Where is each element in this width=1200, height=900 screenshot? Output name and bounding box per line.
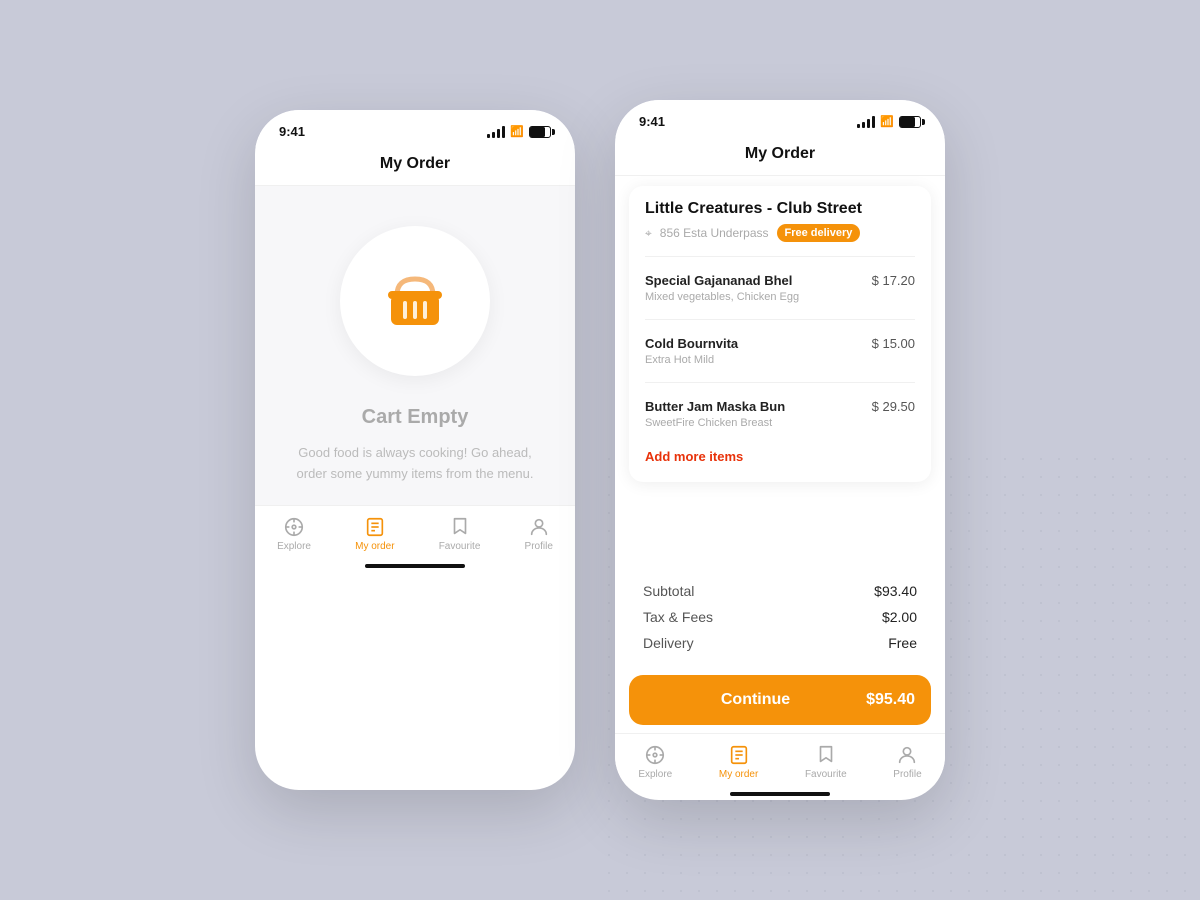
right-header: My Order <box>615 137 945 176</box>
right-nav-profile[interactable]: Profile <box>893 744 921 780</box>
add-more-items-button[interactable]: Add more items <box>645 439 915 468</box>
right-time: 9:41 <box>639 114 665 129</box>
order-summary: Subtotal $93.40 Tax & Fees $2.00 Deliver… <box>615 563 945 675</box>
myorder-icon <box>364 516 386 538</box>
left-nav-explore[interactable]: Explore <box>277 516 311 552</box>
right-status-icons: 📶 <box>857 115 921 128</box>
left-time: 9:41 <box>279 124 305 139</box>
right-myorder-icon <box>728 744 750 766</box>
right-signal-icon <box>857 116 875 128</box>
restaurant-card: Little Creatures - Club Street ⌖ 856 Est… <box>629 186 931 482</box>
wifi-icon: 📶 <box>510 125 524 138</box>
basket-circle <box>340 226 490 376</box>
subtotal-label: Subtotal <box>643 583 694 599</box>
left-profile-label: Profile <box>525 541 553 552</box>
favourite-icon <box>449 516 471 538</box>
right-bottom-nav: Explore My order Favourite <box>615 733 945 786</box>
subtotal-value: $93.40 <box>874 583 917 599</box>
right-title: My Order <box>615 145 945 163</box>
left-myorder-label: My order <box>355 541 394 552</box>
subtotal-row: Subtotal $93.40 <box>643 583 917 599</box>
right-nav-favourite[interactable]: Favourite <box>805 744 847 780</box>
item-2-name: Cold Bournvita <box>645 336 738 351</box>
left-status-icons: 📶 <box>487 125 551 138</box>
left-bottom-nav: Explore My order Favourite <box>255 505 575 558</box>
right-nav-explore[interactable]: Explore <box>638 744 672 780</box>
cart-empty-area: Cart Empty Good food is always cooking! … <box>255 186 575 505</box>
signal-icon <box>487 126 505 138</box>
divider-2 <box>645 319 915 320</box>
left-nav-profile[interactable]: Profile <box>525 516 553 552</box>
left-nav-favourite[interactable]: Favourite <box>439 516 481 552</box>
left-header: My Order <box>255 147 575 186</box>
left-favourite-label: Favourite <box>439 541 481 552</box>
item-3-desc: SweetFire Chicken Breast <box>645 417 785 429</box>
right-nav-myorder[interactable]: My order <box>719 744 758 780</box>
phones-container: 9:41 📶 My Order <box>255 100 945 800</box>
right-phone: 9:41 📶 My Order Little Creatures - Club … <box>615 100 945 800</box>
left-nav-myorder[interactable]: My order <box>355 516 394 552</box>
right-explore-label: Explore <box>638 769 672 780</box>
free-delivery-badge: Free delivery <box>777 224 861 242</box>
right-wifi-icon: 📶 <box>880 115 894 128</box>
order-item-1: Special Gajananad Bhel Mixed vegetables,… <box>645 263 915 313</box>
divider-3 <box>645 382 915 383</box>
restaurant-meta: ⌖ 856 Esta Underpass Free delivery <box>645 224 915 242</box>
item-3-price: $ 29.50 <box>872 399 915 414</box>
item-2-desc: Extra Hot Mild <box>645 354 738 366</box>
right-myorder-label: My order <box>719 769 758 780</box>
cart-empty-title: Cart Empty <box>362 406 469 429</box>
item-1-price: $ 17.20 <box>872 273 915 288</box>
left-explore-label: Explore <box>277 541 311 552</box>
continue-button[interactable]: Continue $95.40 <box>629 675 931 725</box>
right-explore-icon <box>644 744 666 766</box>
restaurant-name: Little Creatures - Club Street <box>645 200 915 218</box>
order-item-2: Cold Bournvita Extra Hot Mild $ 15.00 <box>645 326 915 376</box>
order-item-3: Butter Jam Maska Bun SweetFire Chicken B… <box>645 389 915 439</box>
explore-icon <box>283 516 305 538</box>
restaurant-address: 856 Esta Underpass <box>660 226 769 240</box>
location-pin-icon: ⌖ <box>645 226 652 241</box>
battery-icon <box>529 126 551 138</box>
tax-row: Tax & Fees $2.00 <box>643 609 917 625</box>
continue-price: $95.40 <box>866 691 915 709</box>
cart-empty-desc: Good food is always cooking! Go ahead, o… <box>285 443 545 485</box>
delivery-row: Delivery Free <box>643 635 917 651</box>
right-profile-icon <box>896 744 918 766</box>
right-status-bar: 9:41 📶 <box>615 100 945 137</box>
left-home-indicator <box>365 564 465 568</box>
left-phone: 9:41 📶 My Order <box>255 110 575 790</box>
divider-1 <box>645 256 915 257</box>
tax-value: $2.00 <box>882 609 917 625</box>
delivery-value: Free <box>888 635 917 651</box>
left-title: My Order <box>255 155 575 173</box>
right-favourite-label: Favourite <box>805 769 847 780</box>
basket-icon <box>375 261 455 341</box>
right-favourite-icon <box>815 744 837 766</box>
delivery-label: Delivery <box>643 635 694 651</box>
right-profile-label: Profile <box>893 769 921 780</box>
item-3-name: Butter Jam Maska Bun <box>645 399 785 414</box>
item-1-desc: Mixed vegetables, Chicken Egg <box>645 291 799 303</box>
right-home-indicator <box>730 792 830 796</box>
right-battery-icon <box>899 116 921 128</box>
left-status-bar: 9:41 📶 <box>255 110 575 147</box>
continue-label: Continue <box>645 691 866 709</box>
item-1-name: Special Gajananad Bhel <box>645 273 799 288</box>
item-2-price: $ 15.00 <box>872 336 915 351</box>
profile-icon <box>528 516 550 538</box>
tax-label: Tax & Fees <box>643 609 713 625</box>
